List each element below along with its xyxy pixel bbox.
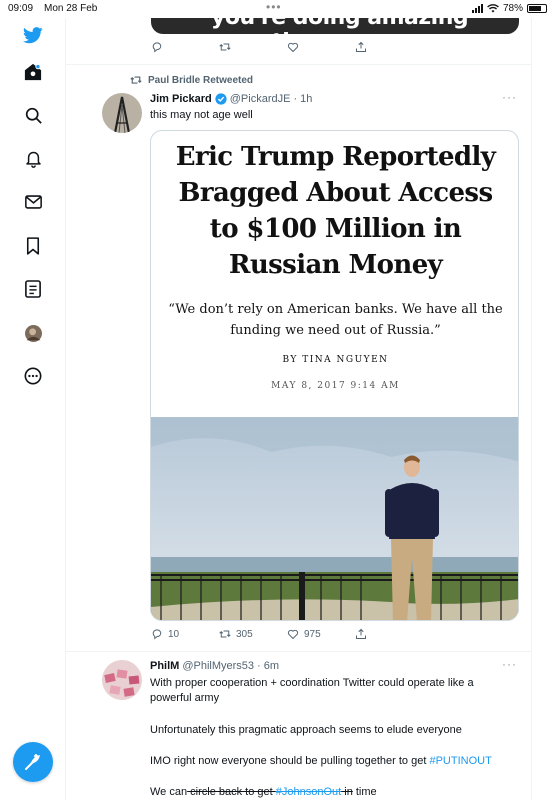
reply-icon	[152, 629, 162, 640]
author-handle[interactable]: @PhilMyers53	[182, 660, 254, 672]
hashtag-link[interactable]: #JohnsonOut	[276, 786, 341, 798]
retweet-button[interactable]: 305	[219, 628, 287, 640]
article-byline: BY TINA NGUYEN	[282, 355, 389, 365]
verified-icon	[215, 93, 227, 105]
tweet-divider	[66, 64, 531, 65]
like-button[interactable]	[287, 41, 355, 53]
tweet-author[interactable]: Jim Pickard @PickardJE · 1h	[150, 93, 312, 105]
tweet-author-avatar[interactable]	[102, 660, 142, 700]
retweet-icon	[219, 43, 231, 51]
author-name[interactable]: Jim Pickard	[150, 93, 212, 105]
bell-icon[interactable]	[22, 148, 44, 170]
status-bar: 09:09 Mon 28 Feb ••• 78%	[0, 0, 555, 18]
status-date: Mon 28 Feb	[44, 3, 98, 14]
compose-tweet-icon	[25, 754, 40, 770]
hashtag-link[interactable]: #PUTINOUT	[429, 755, 491, 767]
social-context-label: Paul Bridle Retweeted	[148, 74, 254, 86]
sidebar-nav	[0, 18, 66, 800]
tweet-actions: 10 305 975	[151, 628, 423, 640]
twitter-logo-icon[interactable]	[22, 24, 44, 46]
author-handle[interactable]: @PickardJE	[230, 93, 291, 105]
tweet-time[interactable]: · 6m	[257, 660, 279, 672]
social-context[interactable]: Paul Bridle Retweeted	[130, 74, 253, 86]
tweet-divider	[66, 651, 531, 652]
share-button[interactable]	[355, 628, 423, 640]
article-media-card[interactable]: Eric Trump Reportedly Bragged About Acce…	[150, 130, 519, 621]
headline-line: Bragged About Access	[178, 178, 494, 208]
status-right: 78%	[471, 3, 547, 14]
compose-tweet-button[interactable]	[13, 742, 53, 782]
tweet-text-span: We can	[150, 786, 188, 798]
article-photo	[151, 417, 518, 620]
share-icon	[356, 41, 366, 52]
tweet-text-paragraph: IMO right now everyone should be pulling…	[150, 754, 492, 769]
timeline[interactable]: you're doing amazing sweetie. Paul Bridl…	[66, 0, 532, 800]
reply-button[interactable]	[151, 41, 219, 53]
list-icon[interactable]	[22, 278, 44, 300]
share-icon	[356, 628, 366, 639]
headline-line: Russian Money	[228, 250, 443, 280]
profile-avatar[interactable]	[22, 322, 44, 344]
quote-line: funding we need out of Russia.”	[230, 323, 441, 338]
headline-line: Eric Trump Reportedly	[175, 142, 496, 172]
retweet-count: 305	[236, 628, 253, 640]
reply-icon	[152, 42, 162, 53]
tweet-text-paragraph: We can circle back to get #JohnsonOut in…	[150, 785, 377, 800]
retweet-icon	[219, 630, 231, 638]
article-date: MAY 8, 2017 9:14 AM	[271, 381, 400, 391]
tweet-author[interactable]: PhilM @PhilMyers53 · 6m	[150, 660, 279, 672]
reply-count: 10	[168, 628, 180, 640]
home-icon[interactable]	[22, 61, 44, 83]
strikethrough-text: circle back to get	[187, 786, 276, 798]
tweet-author-avatar[interactable]	[102, 93, 142, 133]
tweet-text-line: With proper cooperation + coordination T…	[150, 677, 474, 689]
tweet-text-span: IMO right now everyone should be pulling…	[150, 755, 430, 767]
battery-percent: 78%	[502, 3, 523, 14]
quote-line: “We don’t rely on American banks. We hav…	[168, 302, 503, 317]
share-button[interactable]	[355, 41, 423, 53]
strikethrough-text: in	[341, 786, 353, 798]
headline-line: to $100 Million in	[209, 214, 462, 244]
search-icon[interactable]	[22, 104, 44, 126]
tweet-text-paragraph: Unfortunately this pragmatic approach se…	[150, 724, 462, 736]
author-name[interactable]: PhilM	[150, 660, 179, 672]
retweet-button[interactable]	[219, 41, 287, 53]
article-pullquote: “We don’t rely on American banks. We hav…	[151, 299, 518, 341]
like-button[interactable]: 975	[287, 628, 355, 640]
multitasking-dots-icon[interactable]: •••	[266, 0, 282, 14]
battery-icon	[527, 4, 547, 13]
article-headline: Eric Trump Reportedly Bragged About Acce…	[151, 139, 518, 283]
ellipsis-icon[interactable]: ···	[502, 90, 517, 104]
tweet-text-span: time	[352, 786, 377, 798]
tweet-text-line: powerful army	[150, 692, 220, 704]
battery-fill	[529, 6, 542, 11]
status-time: 09:09	[8, 3, 34, 14]
tweet-time[interactable]: · 1h	[293, 93, 312, 105]
mail-icon[interactable]	[22, 191, 44, 213]
wifi-icon	[487, 4, 499, 13]
previous-tweet-actions	[151, 41, 423, 53]
like-icon	[287, 629, 299, 639]
retweet-icon	[130, 76, 142, 84]
tweet-text: this may not age well	[150, 109, 253, 121]
ellipsis-icon[interactable]: ···	[502, 657, 517, 671]
like-count: 975	[304, 628, 321, 640]
tweet-text: With proper cooperation + coordination T…	[150, 676, 520, 706]
reply-button[interactable]: 10	[151, 628, 219, 640]
cellular-signal-icon	[471, 4, 483, 13]
more-circle-icon[interactable]	[22, 365, 44, 387]
like-icon	[287, 42, 299, 52]
bookmark-icon[interactable]	[22, 235, 44, 257]
